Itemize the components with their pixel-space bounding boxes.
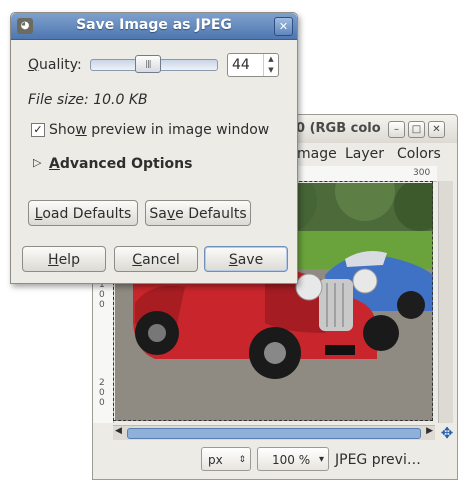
spin-arrows-icon: ⇕ — [238, 455, 246, 465]
ruler-tick-label: 0 — [99, 398, 105, 408]
quality-value: 44 — [232, 57, 250, 73]
red-car-grille — [319, 279, 353, 331]
dialog-title: Save Image as JPEG — [76, 17, 232, 33]
close-icon[interactable]: ✕ — [428, 121, 445, 138]
ruler-tick-label: 0 — [99, 290, 105, 300]
horizontal-scrollbar[interactable]: ◀ ▶ — [113, 425, 435, 440]
close-icon[interactable]: ✕ — [274, 17, 293, 36]
front-wheel-hub — [264, 342, 286, 364]
help-button[interactable]: Help — [22, 246, 106, 272]
chevron-down-icon: ▾ — [318, 454, 324, 465]
front-right-wheel — [363, 315, 399, 351]
zoom-selector[interactable]: 100 % ▾ — [257, 447, 329, 471]
save-jpeg-dialog: ◕ Save Image as JPEG ✕ Quality: ||| 44 ▲… — [10, 12, 298, 284]
unit-value: px — [208, 453, 223, 467]
image-window-title: 0 (RGB colo — [296, 121, 381, 136]
show-preview-checkbox[interactable]: ✓ — [31, 123, 45, 137]
save-button[interactable]: Save — [204, 246, 288, 272]
license-plate — [325, 345, 355, 355]
advanced-options-expander[interactable]: Advanced Options — [49, 156, 192, 172]
quality-spinbox[interactable]: 44 ▲ ▼ — [227, 53, 279, 77]
menu-layer[interactable]: Layer — [345, 146, 384, 162]
blue-car-wheel — [397, 291, 425, 319]
load-defaults-button[interactable]: Load Defaults — [28, 200, 138, 226]
ruler-tick-label: 2 — [99, 378, 105, 388]
ruler-tick-label: 300 — [413, 168, 431, 178]
navigate-icon[interactable]: ✥ — [439, 425, 455, 441]
rear-wheel-hub — [148, 324, 166, 342]
menu-image[interactable]: mage — [297, 146, 337, 162]
zoom-value: 100 % — [272, 453, 311, 467]
quality-label: Quality: — [28, 57, 82, 73]
headlight — [295, 273, 323, 301]
show-preview-label[interactable]: Show preview in image window — [49, 122, 269, 138]
maximize-icon[interactable]: □ — [408, 121, 425, 138]
scroll-right-icon[interactable]: ▶ — [426, 426, 433, 436]
horizontal-scroll-thumb[interactable] — [127, 428, 421, 439]
vertical-scrollbar[interactable] — [438, 181, 453, 423]
expander-arrow-icon[interactable]: ▷ — [33, 156, 41, 169]
spin-arrows-icon[interactable]: ▲ ▼ — [263, 54, 278, 76]
save-defaults-button[interactable]: Save Defaults — [145, 200, 251, 226]
headlight — [352, 268, 378, 294]
unit-selector[interactable]: px ⇕ — [201, 447, 251, 471]
menu-colors[interactable]: Colors — [397, 146, 441, 162]
file-size-label: File size: 10.0 KB — [28, 92, 148, 108]
cancel-button[interactable]: Cancel — [114, 246, 198, 272]
ruler-tick-label: 0 — [99, 388, 105, 398]
status-text: JPEG previ… — [335, 452, 421, 468]
quality-slider-thumb[interactable]: ||| — [134, 55, 161, 73]
image-statusbar: px ⇕ 100 % ▾ JPEG previ… — [93, 445, 457, 475]
ruler-tick-label: 0 — [99, 300, 105, 310]
dialog-titlebar[interactable]: ◕ Save Image as JPEG ✕ — [11, 13, 297, 40]
minimize-icon[interactable]: – — [388, 121, 405, 138]
scroll-left-icon[interactable]: ◀ — [115, 426, 122, 436]
